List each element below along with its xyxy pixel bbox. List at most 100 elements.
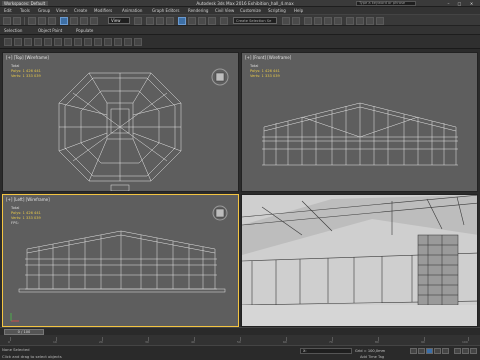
minimize-button[interactable]: – [444,1,453,6]
filter-helpers-icon[interactable] [54,38,62,46]
menu-modifiers[interactable]: Modifiers [94,8,112,13]
undo-icon[interactable] [3,17,11,25]
schematic-view-icon[interactable] [334,17,342,25]
menu-civil-view[interactable]: Civil View [215,8,234,13]
pan-view-icon[interactable] [462,348,469,354]
spinner-snap-icon[interactable] [208,17,216,25]
track-tick-label: 40 [191,340,195,344]
track-tick-label: 70 [329,340,333,344]
menu-group[interactable]: Group [38,8,50,13]
search-input[interactable]: Type a keyword or phrase [356,1,416,6]
select-object-icon[interactable] [60,17,68,25]
filter-cameras-icon[interactable] [44,38,52,46]
coordinate-x-field[interactable]: X: [300,348,352,354]
layer-explorer-icon[interactable] [304,17,312,25]
menu-animation[interactable]: Animation [122,8,142,13]
track-tick [468,337,469,341]
render-setup-icon[interactable] [356,17,364,25]
unlink-icon[interactable] [38,17,46,25]
maximize-button[interactable]: □ [455,1,464,6]
filter-all-icon[interactable] [134,38,142,46]
pivot-center-icon[interactable] [134,17,142,25]
bind-space-warp-icon[interactable] [48,17,56,25]
scene-explorer-icon[interactable] [4,38,12,46]
tab-populate[interactable]: Populate [76,28,93,33]
window-crossing-icon[interactable] [90,17,98,25]
viewport-top[interactable]: [+] [Top] [Wireframe] Total Polys: 1 426… [2,52,239,192]
link-icon[interactable] [28,17,36,25]
menu-rendering[interactable]: Rendering [188,8,208,13]
filter-shapes-icon[interactable] [24,38,32,46]
filter-containers-icon[interactable] [104,38,112,46]
track-tick-label: 100 [462,340,468,344]
previous-frame-icon[interactable] [418,348,425,354]
redo-icon[interactable] [13,17,21,25]
stats-polys-label: Polys: [11,211,22,215]
rendered-frame-window-icon[interactable] [366,17,374,25]
filter-bones-icon[interactable] [94,38,102,46]
viewport-left[interactable]: [+] [Left] [Wireframe] Total Polys: 1 42… [2,194,239,327]
menu-graph-editors[interactable]: Graph Editors [152,8,179,13]
menu-tools[interactable]: Tools [20,8,30,13]
stats-polys-value: 1 426 441 [22,211,41,215]
perspective-shaded-drawing [242,195,477,326]
track-bar[interactable]: 0 10 20 30 40 50 60 70 80 90 100 [0,335,480,345]
percent-snap-icon[interactable] [198,17,206,25]
filter-xrefs-icon[interactable] [84,38,92,46]
stats-polys-value: 1 426 441 [22,69,41,73]
toggle-ribbon-icon[interactable] [314,17,322,25]
scale-icon[interactable] [166,17,174,25]
curve-editor-icon[interactable] [324,17,332,25]
rotate-icon[interactable] [156,17,164,25]
rect-selection-icon[interactable] [80,17,88,25]
named-selection-set-dropdown[interactable]: Create Selection Se [233,17,277,24]
zoom-extents-icon[interactable] [454,348,461,354]
go-to-start-icon[interactable] [410,348,417,354]
window-title: Autodesk 3ds Max 2016 Exhibition_hall_4.… [196,1,294,6]
viewport-perspective[interactable] [241,194,478,327]
close-button[interactable]: ✕ [467,1,476,6]
menu-help[interactable]: Help [294,8,303,13]
filter-hidden-icon[interactable] [124,38,132,46]
viewport-front-stats: Total Polys: 1 426 441 Verts: 1 333 039 [250,64,280,79]
filter-groups-icon[interactable] [74,38,82,46]
viewport-top-label[interactable]: [+] [Top] [Wireframe] [6,55,49,60]
move-icon[interactable] [146,17,154,25]
filter-spacewarps-icon[interactable] [64,38,72,46]
go-to-end-icon[interactable] [442,348,449,354]
viewport-front[interactable]: [+] [Front] [Wireframe] Total Polys: 1 4… [241,52,478,192]
edit-named-selection-icon[interactable] [220,17,228,25]
viewport-front-label[interactable]: [+] [Front] [Wireframe] [245,55,291,60]
viewport-top-stats: Total Polys: 1 426 441 Verts: 1 333 039 [11,64,41,79]
filter-lights-icon[interactable] [34,38,42,46]
mirror-icon[interactable] [282,17,290,25]
stats-verts-label: Verts: [11,216,22,220]
render-production-icon[interactable] [376,17,384,25]
menu-views[interactable]: Views [56,8,68,13]
toolbar-separator [24,17,25,25]
stats-verts-label: Verts: [250,74,261,78]
menu-scripting[interactable]: Scripting [268,8,286,13]
snaps-toggle-icon[interactable] [178,17,186,25]
orbit-icon[interactable] [470,348,477,354]
secondary-toolbar [0,35,480,49]
stats-verts-value: 1 333 039 [261,74,280,78]
viewport-left-label[interactable]: [+] [Left] [Wireframe] [6,197,50,202]
angle-snap-icon[interactable] [188,17,196,25]
filter-geometry-icon[interactable] [14,38,22,46]
time-slider-bar: 0 / 100 [0,327,480,335]
tab-object-paint[interactable]: Object Paint [38,28,62,33]
align-icon[interactable] [292,17,300,25]
material-editor-icon[interactable] [346,17,354,25]
menu-customize[interactable]: Customize [240,8,261,13]
menu-create[interactable]: Create [74,8,87,13]
select-by-name-icon[interactable] [70,17,78,25]
add-time-tag-button[interactable]: Add Time Tag [360,355,384,359]
reference-coordinate-dropdown[interactable]: View [108,17,130,24]
next-frame-icon[interactable] [434,348,441,354]
menu-edit[interactable]: Edit [4,8,12,13]
tab-selection[interactable]: Selection [4,28,22,33]
filter-frozen-icon[interactable] [114,38,122,46]
play-icon[interactable] [426,348,433,354]
workspace-dropdown[interactable]: Workspaces: Default [2,1,48,6]
